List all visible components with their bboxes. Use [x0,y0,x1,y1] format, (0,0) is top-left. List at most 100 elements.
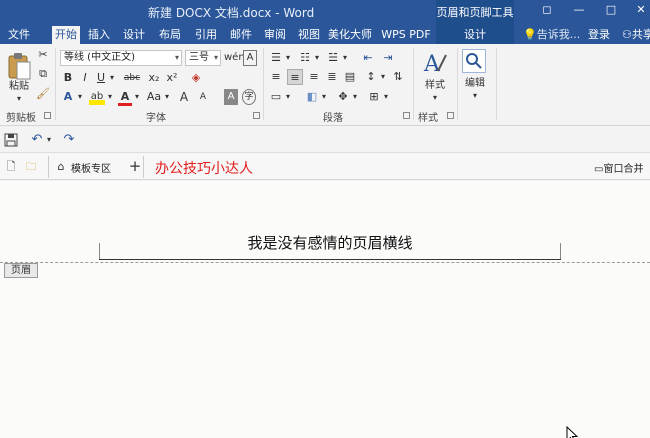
strikethrough-button[interactable]: abc [121,70,143,86]
context-group-label: 页眉和页脚工具 [436,6,514,19]
numbering-dropdown-icon[interactable]: ▾ [313,50,321,66]
tab-header-footer-design-label[interactable]: 设计 [460,26,490,44]
font-group-label: 字体 [146,113,166,124]
tab-review[interactable]: 审阅 [260,26,290,44]
sort-icon[interactable]: ⇅ [390,69,406,85]
underline-button[interactable]: U [95,70,107,86]
underline-dropdown-icon[interactable]: ▾ [108,70,116,86]
format-painter-icon[interactable]: 🖌 [36,86,50,102]
tab-references[interactable]: 引用 [191,26,221,44]
subscript-button[interactable]: x₂ [147,70,161,86]
document-title: 新建 DOCX 文档.docx - Word [148,6,315,20]
font-launcher-icon[interactable] [253,112,260,119]
window-merge-button[interactable]: ▭窗口合并 [594,160,643,175]
new-document-icon[interactable]: 🗋 [4,159,18,175]
styles-icon[interactable]: A [422,49,448,77]
copy-icon[interactable]: ⧉ [36,66,50,82]
bullets-dropdown-icon[interactable]: ▾ [284,50,292,66]
change-case-button[interactable]: Aa [145,89,163,105]
redo-icon[interactable]: ↷ [62,132,76,148]
superscript-button[interactable]: x² [165,70,179,86]
bullets-icon[interactable]: ☰ [268,50,284,66]
decrease-indent-icon[interactable]: ⇤ [360,50,376,66]
justify-icon[interactable]: ≣ [324,69,340,85]
shading-dropdown-icon[interactable]: ▾ [320,89,328,105]
borders-icon[interactable]: ⊞ [366,89,382,105]
text-effects-button[interactable]: A [61,89,75,105]
tab-design[interactable]: 设计 [119,26,149,44]
template-zone-label: 模板专区 [71,164,111,175]
chinese-layout-dropdown-icon[interactable]: ▾ [284,89,292,105]
enlarge-font-icon[interactable]: wén [224,50,245,66]
header-text[interactable]: 我是没有感情的页眉横线 [0,232,650,253]
show-hide-marks-icon[interactable]: ✥ [335,89,351,105]
tab-beautify-master[interactable]: 美化大师 [327,26,373,44]
enclose-characters-icon[interactable]: 字 [242,89,256,105]
document-tab-bar: 🗋 🗀 ⌂ 模板专区 + 办公技巧小达人 ▭窗口合并 [0,154,650,180]
tab-mailings[interactable]: 邮件 [226,26,256,44]
undo-dropdown-icon[interactable]: ▾ [45,132,53,148]
clear-formatting-icon[interactable]: ◈ [188,70,204,86]
shading-icon[interactable]: ◧ [304,89,320,105]
character-shading-icon[interactable]: A [224,89,238,105]
ribbon-display-options-button[interactable]: ◻ [540,3,554,17]
multilevel-dropdown-icon[interactable]: ▾ [341,50,349,66]
login-link[interactable]: 登录 [588,26,610,42]
highlight-dropdown-icon[interactable]: ▾ [106,89,114,105]
line-spacing-dropdown-icon[interactable]: ▾ [379,69,387,85]
document-page[interactable]: 我是没有感情的页眉横线 页眉 [0,181,650,438]
chinese-layout-icon[interactable]: ▭ [268,89,284,105]
close-button[interactable]: ✕ [634,3,648,17]
open-folder-icon[interactable]: 🗀 [24,159,38,175]
styles-launcher-icon[interactable] [447,112,454,119]
numbering-icon[interactable]: ☷ [297,50,313,66]
clipboard-launcher-icon[interactable] [44,112,51,119]
borders-dropdown-icon[interactable]: ▾ [382,89,390,105]
tab-view[interactable]: 视图 [294,26,324,44]
align-left-icon[interactable]: ≡ [268,69,284,85]
tab-file[interactable]: 文件 [2,26,36,44]
increase-indent-icon[interactable]: ⇥ [380,50,396,66]
chevron-down-icon: ▾ [213,53,218,62]
home-icon: ⌂ [57,160,65,173]
bold-button[interactable]: B [62,70,74,86]
highlight-icon[interactable]: ab [89,89,105,105]
marks-dropdown-icon[interactable]: ▾ [351,89,359,105]
save-icon[interactable] [4,133,18,147]
styles-dropdown-icon[interactable]: ▾ [429,90,441,106]
align-right-icon[interactable]: ≡ [306,69,322,85]
paste-dropdown-icon[interactable]: ▾ [13,91,25,107]
multilevel-list-icon[interactable]: ☱ [325,50,341,66]
word-window: 新建 DOCX 文档.docx - Word ◻ — □ ✕ 文件 开始 插入 … [0,0,650,438]
font-size-combo[interactable]: 三号 ▾ [185,50,221,66]
undo-icon[interactable]: ↶ [30,132,44,148]
line-spacing-icon[interactable]: ↕ [363,69,379,85]
header-label-tag: 页眉 [4,263,38,278]
share-button[interactable]: ⚇共享 [622,26,650,42]
new-tab-plus-icon[interactable]: + [128,158,142,174]
shrink-font-button[interactable]: A [196,89,210,105]
cut-icon[interactable]: ✂ [36,47,50,63]
brand-banner-text: 办公技巧小达人 [155,161,253,177]
change-case-dropdown-icon[interactable]: ▾ [163,89,171,105]
paragraph-launcher-icon[interactable] [403,112,410,119]
editing-dropdown-icon[interactable]: ▾ [469,88,481,104]
paste-icon[interactable] [6,52,32,82]
font-color-button[interactable]: A [118,89,132,106]
italic-button[interactable]: I [79,70,91,86]
tab-layout[interactable]: 布局 [155,26,185,44]
find-button[interactable] [462,49,486,73]
tab-home[interactable]: 开始 [52,26,80,44]
character-border-icon[interactable]: A [243,50,257,66]
font-name-combo[interactable]: 等线 (中文正文) ▾ [60,50,182,66]
maximize-button[interactable]: □ [604,3,618,17]
grow-font-button[interactable]: A [177,89,191,105]
text-effects-dropdown-icon[interactable]: ▾ [76,89,84,105]
minimize-button[interactable]: — [572,3,586,17]
tell-me-search[interactable]: 💡告诉我... [523,26,580,42]
align-center-icon[interactable]: ≡ [287,69,303,85]
font-color-dropdown-icon[interactable]: ▾ [133,89,141,105]
tab-insert[interactable]: 插入 [84,26,114,44]
distributed-icon[interactable]: ▤ [342,69,358,85]
tab-wps-pdf[interactable]: WPS PDF [379,26,433,44]
